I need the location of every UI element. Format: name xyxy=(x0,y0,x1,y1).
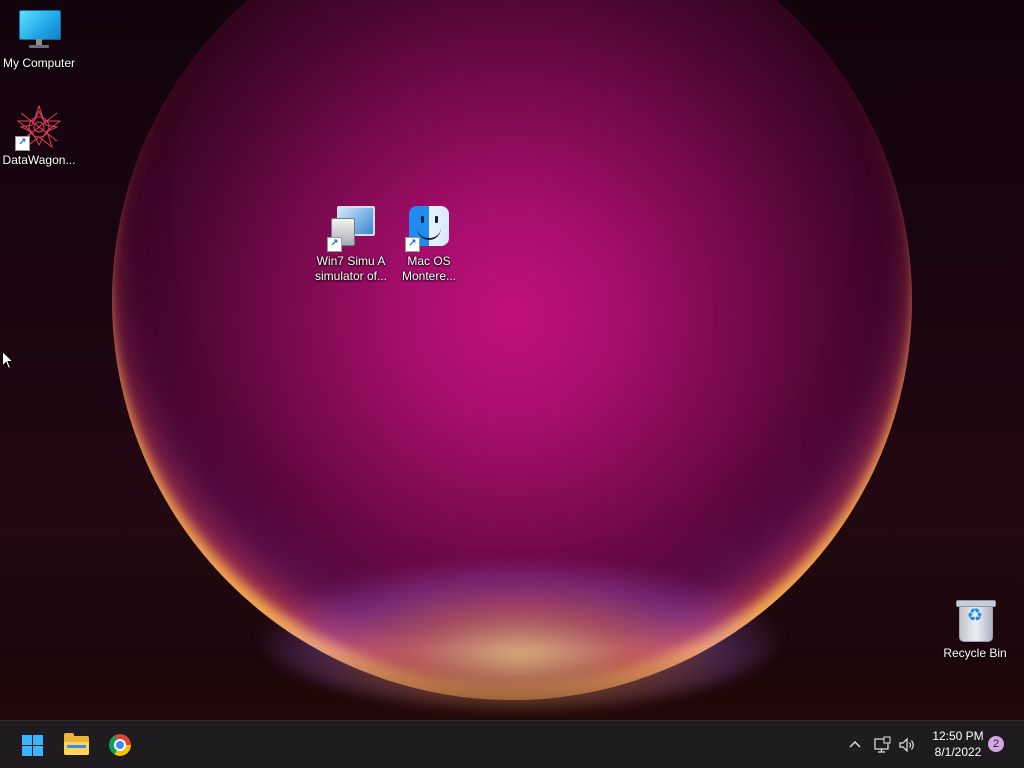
desktop-icon-recycle-bin[interactable]: ♻ Recycle Bin xyxy=(935,598,1015,661)
mouse-cursor-icon xyxy=(2,351,14,370)
desktop-icon-label: Win7 Simu A simulator of... xyxy=(314,254,388,283)
desktop-icon-macos-monterey[interactable]: ↗ Mac OS Montere... xyxy=(389,206,469,284)
recycle-bin-icon: ♻ xyxy=(953,598,997,642)
desktop-icon-label: Recycle Bin xyxy=(943,646,1007,660)
taskbar: 12:50 PM 8/1/2022 xyxy=(0,720,1024,768)
start-button[interactable] xyxy=(14,727,50,763)
chrome-icon xyxy=(109,734,131,756)
desktop-icon-my-computer[interactable]: My Computer xyxy=(0,8,79,71)
desktop-icon-win7-simulator[interactable]: ↗ Win7 Simu A simulator of... xyxy=(311,206,391,284)
chevron-up-icon[interactable] xyxy=(845,735,865,755)
monitor-icon xyxy=(17,8,61,52)
file-explorer-button[interactable] xyxy=(58,727,94,763)
clock-time: 12:50 PM xyxy=(932,729,984,743)
notification-badge[interactable]: 2 xyxy=(988,736,1004,752)
volume-icon[interactable] xyxy=(897,735,917,755)
shortcut-arrow-icon: ↗ xyxy=(405,237,420,252)
shortcut-arrow-icon: ↗ xyxy=(327,237,342,252)
windows-start-icon xyxy=(22,735,43,756)
desktop-icon-label: DataWagon... xyxy=(2,153,76,167)
wallpaper-bottom-shade xyxy=(0,650,1024,720)
desktop: My Computer ↗ DataWagon... ↗ Win7 Simu A… xyxy=(0,0,1024,720)
shortcut-arrow-icon: ↗ xyxy=(15,136,30,151)
datawagon-star-icon: ↗ xyxy=(15,105,61,151)
file-explorer-icon xyxy=(64,733,89,755)
desktop-icon-label: Mac OS Montere... xyxy=(401,254,457,283)
finder-icon: ↗ xyxy=(405,206,451,252)
chrome-button[interactable] xyxy=(102,727,138,763)
desktop-icon-datawagon[interactable]: ↗ DataWagon... xyxy=(0,105,79,168)
desktop-icon-label: My Computer xyxy=(2,56,76,70)
network-icon[interactable] xyxy=(872,735,892,755)
taskbar-clock[interactable]: 12:50 PM 8/1/2022 xyxy=(928,728,988,760)
clock-date: 8/1/2022 xyxy=(934,745,982,759)
win7-simulator-icon: ↗ xyxy=(327,206,375,252)
